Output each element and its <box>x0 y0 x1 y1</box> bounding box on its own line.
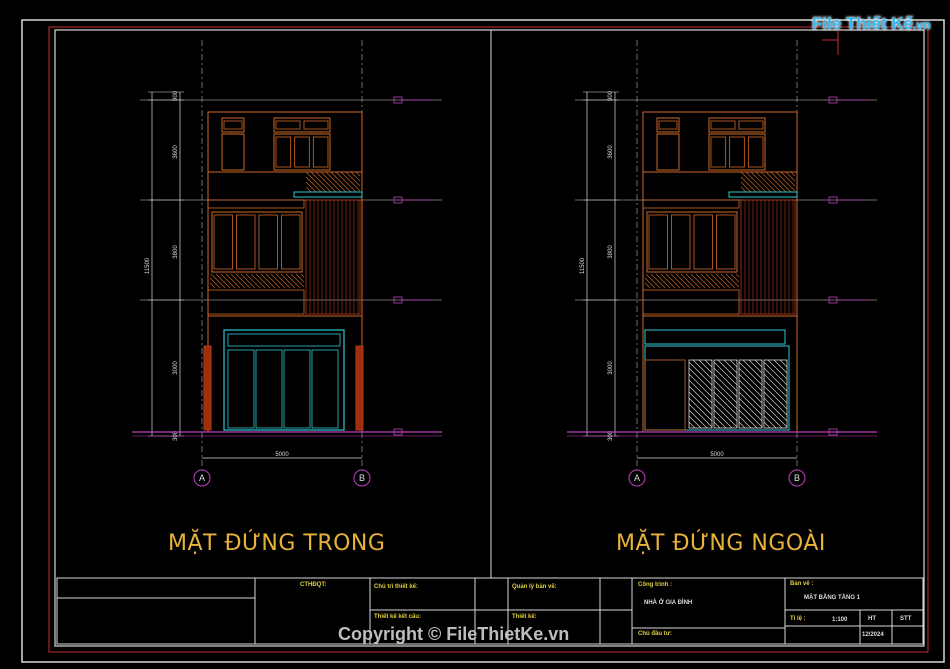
tb-thiet-ke: Thiết kế: <box>512 614 537 620</box>
tb-stt: STT <box>900 616 912 622</box>
dim-total: 11500 <box>145 257 151 274</box>
tb-quan-ly: Quản lý bản vẽ: <box>512 584 557 590</box>
tb-cthsqt: CTHĐQT: <box>300 582 327 588</box>
dim-width: 5000 <box>710 452 724 458</box>
dim-top: 900 <box>608 90 614 101</box>
dim-floor2: 3800 <box>173 245 179 259</box>
cad-drawing-canvas: 115009003600380030003005000A B11500900360… <box>21 19 945 663</box>
dim-ground: 3000 <box>608 361 614 375</box>
axis-a-label: A <box>634 473 640 483</box>
axis-b-label: B <box>359 473 365 483</box>
tb-thiet-ke-ket-cau: Thiết kế kết cấu: <box>374 614 422 620</box>
dim-floor3: 3600 <box>608 145 614 159</box>
outer-frame <box>21 19 945 663</box>
dim-floor3: 3600 <box>173 145 179 159</box>
dim-floor2: 3800 <box>608 245 614 259</box>
tb-chu-tri: Chủ trì thiết kế: <box>374 584 419 590</box>
tb-cong-trinh-label: Công trình : <box>638 582 672 588</box>
tb-cong-trinh-value: NHÀ Ở GIA ĐÌNH <box>644 600 693 606</box>
elevation-right: 115009003600380030003005000A B <box>567 40 877 487</box>
copyright-watermark: Copyright © FileThietKe.vn <box>338 624 570 644</box>
dim-width: 5000 <box>275 452 289 458</box>
tb-ht: HT <box>868 616 876 622</box>
tb-ban-ve-value: MẶT BẰNG TẦNG 1 <box>804 595 860 601</box>
drawing-title-left: MẶT ĐỨNG TRONG <box>168 531 386 556</box>
dim-top: 900 <box>173 90 179 101</box>
tb-date: 12/2024 <box>862 632 884 638</box>
dim-ground: 3000 <box>173 361 179 375</box>
drawing-title-right: MẶT ĐỨNG NGOÀI <box>616 531 826 556</box>
tb-ban-ve-label: Bản vẽ : <box>790 581 814 587</box>
axis-b-label: B <box>794 473 800 483</box>
dim-total: 11500 <box>580 257 586 274</box>
tb-ty-le-label: Tỉ lệ : <box>790 616 806 622</box>
axis-a-label: A <box>199 473 205 483</box>
tb-ty-le-value: 1:100 <box>832 617 848 623</box>
logo-text: File Thiết Kế.vn <box>812 14 931 33</box>
red-frame <box>48 26 929 653</box>
logo: File Thiết Kế.vn <box>812 14 930 40</box>
tb-chu-dau-tu: Chủ đầu tư: <box>638 631 673 637</box>
elevation-left: 115009003600380030003005000A B <box>132 40 442 487</box>
